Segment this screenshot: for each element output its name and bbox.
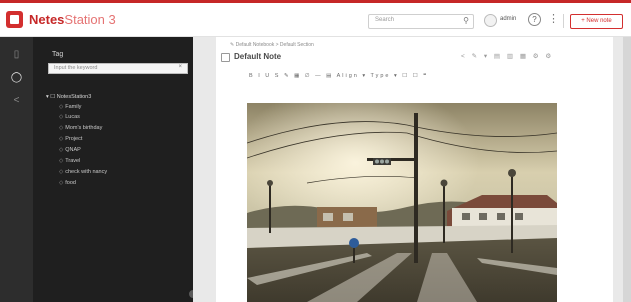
search-placeholder: Search (375, 17, 395, 23)
tag-icon: ◇ (59, 169, 64, 175)
note-icon (221, 53, 230, 62)
note-image[interactable] (247, 103, 557, 302)
share-icon[interactable]: < (8, 92, 25, 109)
new-note-button[interactable]: + New note (570, 14, 623, 29)
note-title[interactable]: Default Note (234, 52, 281, 61)
app-title: NetesStation 3 (29, 12, 116, 27)
tag-search-placeholder: Input the keyword (54, 65, 98, 71)
tag-item[interactable]: ◇ Project (59, 136, 82, 142)
scrollbar[interactable] (623, 37, 631, 302)
user-menu[interactable]: admin (500, 16, 516, 22)
more-vertical-icon[interactable]: ⋮ (548, 12, 559, 25)
tag-icon: ◇ (59, 180, 64, 186)
tag-search-input[interactable]: Input the keyword × (48, 63, 188, 74)
tag-item[interactable]: ◇ Lucas (59, 114, 80, 120)
tag-item[interactable]: ◇ Travel (59, 158, 80, 164)
tag-item[interactable]: ◇ food (59, 180, 76, 186)
help-icon[interactable]: ? (528, 13, 541, 26)
tag-icon: ◇ (59, 125, 64, 131)
tag-panel-title: Tag (52, 51, 64, 58)
tag-icon: ◇ (59, 147, 64, 153)
search-input[interactable]: Search ⚲ (368, 14, 474, 29)
top-bar: NetesStation 3 Search ⚲ admin ? ⋮ + New … (0, 0, 631, 37)
tag-icon: ◇ (59, 136, 64, 142)
tag-panel: Tag Input the keyword × ▾ ☐ NotesStation… (33, 37, 193, 302)
tag-icon: ◇ (59, 104, 64, 110)
breadcrumb[interactable]: ✎ Default Notebook > Default Section (230, 42, 314, 48)
divider (563, 14, 564, 28)
tag-item[interactable]: ◇ Mom's birthday (59, 125, 102, 131)
tag-item[interactable]: ◇ Family (59, 104, 81, 110)
tag-icon[interactable]: ◯ (8, 69, 25, 86)
user-avatar[interactable] (484, 14, 497, 27)
clear-icon[interactable]: × (178, 64, 182, 70)
format-toolbar[interactable]: B I U S ✎ ▦ ∅ — ▤ Align ▾ Type ▾ ☐ ☐ ❝ (249, 73, 428, 79)
icon-rail: ▯ ◯ < (0, 37, 33, 302)
app-logo-icon (6, 11, 23, 28)
note-action-icons[interactable]: < ✎ ▾ ▤ ▥ ▦ ⚙ ⚙ (461, 52, 554, 60)
tag-tree-root[interactable]: ▾ ☐ NotesStation3 (46, 94, 91, 100)
tag-icon: ◇ (59, 114, 64, 120)
tag-item[interactable]: ◇ check with nancy (59, 169, 107, 175)
note-editor: ✎ Default Notebook > Default Section Def… (216, 37, 613, 302)
tag-item[interactable]: ◇ QNAP (59, 147, 81, 153)
notebook-icon[interactable]: ▯ (8, 46, 25, 63)
search-icon[interactable]: ⚲ (463, 16, 469, 25)
tag-icon: ◇ (59, 158, 64, 164)
